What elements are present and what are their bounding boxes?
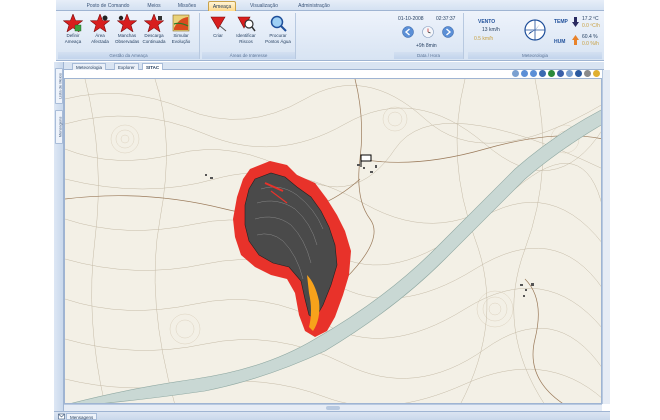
topographic-map[interactable] [65,79,602,404]
map-vertical-scrollbar[interactable] [602,70,610,404]
group-meteorologia: VENTO 13 km/h 0.5 km/h TEMP 17.2 ºC 0.0 … [468,13,602,59]
red-star-icon [63,14,83,32]
simulation-map-icon [172,14,190,32]
descarga-continuada-button[interactable]: Descarga Continuada [142,14,166,50]
tab-visualizacao[interactable]: Visualização [244,1,284,11]
tab-administracao[interactable]: Administração [292,1,336,11]
area-afectada-button[interactable]: Área Afectada [88,14,112,50]
wind-compass-icon [524,19,546,41]
tab-sitac[interactable]: SITAC [142,63,164,70]
zoom-extent-icon[interactable] [512,70,519,77]
zoom-in-icon[interactable] [521,70,528,77]
manchas-observadas-button[interactable]: Manchas Observadas [115,14,139,50]
risk-search-icon [237,16,256,32]
map-horizontal-scrollbar[interactable] [64,404,602,411]
group-title: Gestão da Ameaça [58,52,199,59]
info-icon[interactable] [575,70,582,77]
temp-value: 17.2 ºC [582,16,599,22]
globe-icon[interactable] [548,70,555,77]
magnifier-icon [270,15,287,32]
group-title: Data / Hora [394,52,463,59]
mensagens-tab[interactable]: Mensagens [66,413,98,420]
date-value: 01-10-2008 [398,16,424,22]
group-title: Áreas de Interesse [202,52,295,59]
hum-change: 0.0 %/h [582,41,599,47]
wind-speed-change: 0.5 km/h [474,36,494,42]
temp-label: TEMP [554,19,568,25]
hum-label: HUM [554,39,566,45]
hum-value: 60.4 % [582,34,598,40]
group-data-hora: 01-10-2008 02:37:37 +9h 8min Data / Hora [394,13,464,59]
time-value: 02:37:37 [436,16,456,22]
temp-down-arrow-icon [572,17,579,27]
export-icon[interactable] [593,70,600,77]
red-star-icon [144,14,164,32]
pan-icon[interactable] [539,70,546,77]
group-gestao-ameaca: Definir Ameaça Área Afectada Manchas Obs… [58,13,200,59]
definir-ameaca-button[interactable]: Definir Ameaça [61,14,85,50]
red-star-icon [90,14,110,32]
criar-area-button[interactable]: Criar [206,14,230,50]
print-icon[interactable] [584,70,591,77]
tab-posto-comando[interactable]: Posto de Comando [86,1,130,11]
group-title: Meteorologia [468,52,602,59]
wind-label: VENTO [478,19,496,25]
sitac-map[interactable] [64,78,602,404]
vtab-mensagens[interactable]: Mensagens [55,110,63,144]
tab-explorer[interactable]: Explorer [114,63,139,70]
procurar-pontos-agua-button[interactable]: Procurar Pontos Água [264,14,292,50]
forward-arrow-icon[interactable] [442,26,454,38]
tab-ameaca[interactable]: Ameaça [208,1,236,11]
zoom-out-icon[interactable] [530,70,537,77]
identificar-riscos-button[interactable]: Identificar Riscos [234,14,258,50]
back-view-icon[interactable] [557,70,564,77]
clock-icon[interactable] [422,26,434,38]
temp-change: 0.0 ºC/h [582,23,600,29]
red-star-icon [117,14,137,32]
ribbon: Definir Ameaça Área Afectada Manchas Obs… [56,11,604,61]
group-areas-interesse: Criar Identificar Riscos Procurar Pontos… [202,13,296,59]
vtab-lista-meios[interactable]: Lista de Meios [55,68,63,104]
tab-missoes[interactable]: Missões [174,1,200,11]
measure-icon[interactable] [566,70,573,77]
left-dock-panel: Lista de Meios Mensagens [54,62,64,414]
document-tab-strip: Meteorologia Explorer SITAC [64,62,604,70]
simular-evolucao-button[interactable]: Simular Evolução [169,14,193,50]
tab-meteorologia[interactable]: Meteorologia [72,63,107,70]
scroll-thumb[interactable] [326,406,340,410]
back-arrow-icon[interactable] [402,26,414,38]
ribbon-tab-strip: Posto de Comando Meios Missões Ameaça Vi… [56,0,604,11]
message-icon [58,413,65,420]
time-offset: +9h 8min [416,43,437,49]
status-bar: Mensagens [54,411,610,420]
hum-up-arrow-icon [572,35,579,45]
tab-meios[interactable]: Meios [142,1,166,11]
wind-speed: 13 km/h [482,27,500,33]
red-triangle-icon [210,16,227,32]
